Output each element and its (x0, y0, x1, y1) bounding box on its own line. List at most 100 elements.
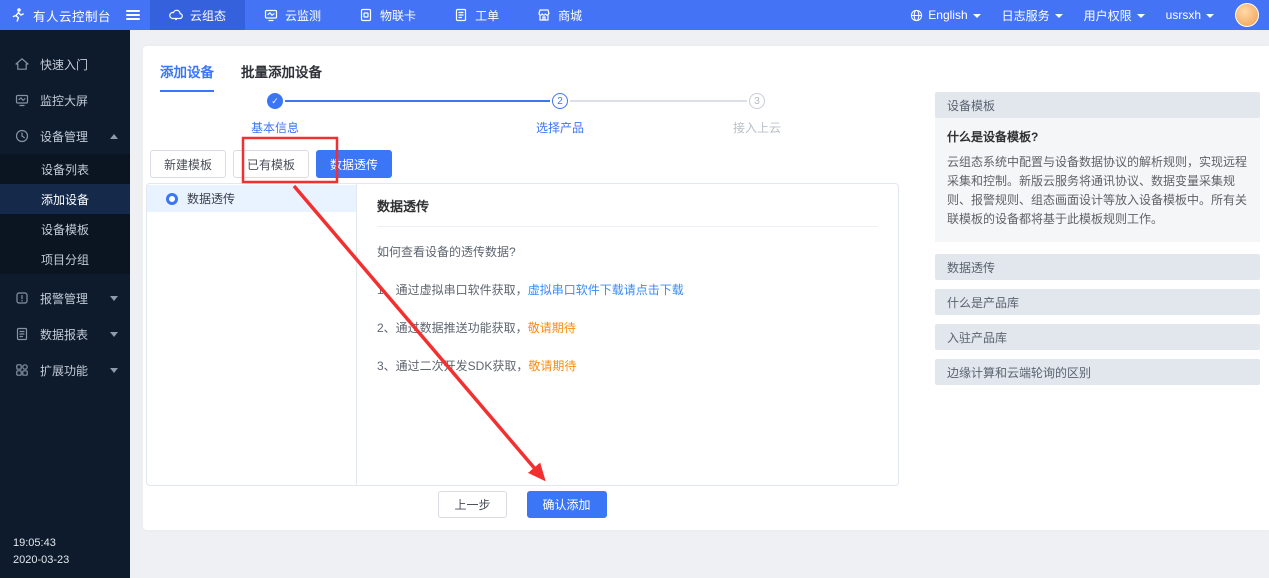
sidebar-item-device-management[interactable]: 设备管理 (0, 118, 130, 154)
existing-template-button[interactable]: 已有模板 (233, 150, 309, 178)
account-label: usrsxh (1166, 8, 1201, 22)
sidebar-item-device-template[interactable]: 设备模板 (0, 214, 130, 244)
sidebar-clock: 19:05:43 2020-03-23 (13, 535, 69, 569)
help-paragraph: 云组态系统中配置与设备数据协议的解析规则，实现远程采集和控制。新版云服务将通讯协… (947, 153, 1248, 229)
monitor-icon (264, 8, 278, 22)
radio-selected-icon[interactable] (166, 193, 178, 205)
detail-item-3: 3、通过二次开发SDK获取，敬请期待 (377, 357, 878, 374)
help-body-device-template: 什么是设备模板? 云组态系统中配置与设备数据协议的解析规则，实现远程采集和控制。… (935, 118, 1260, 242)
topnav-item-cloud-scada[interactable]: 云组态 (150, 0, 245, 30)
help-section-what-is-product-library[interactable]: 什么是产品库 (935, 289, 1260, 315)
ticket-icon (454, 8, 468, 22)
help-accordion: 设备模板 什么是设备模板? 云组态系统中配置与设备数据协议的解析规则，实现远程采… (935, 92, 1260, 385)
detail-question: 如何查看设备的透传数据? (377, 243, 878, 260)
data-passthrough-button[interactable]: 数据透传 (316, 150, 392, 178)
detail-item-2: 2、通过数据推送功能获取，敬请期待 (377, 319, 878, 336)
topbar-right-menus: English 日志服务 用户权限 usrsxh (910, 0, 1269, 30)
previous-step-button[interactable]: 上一步 (438, 491, 506, 518)
topnav-item-mall[interactable]: 商城 (518, 0, 601, 30)
item-text: 3、通过二次开发SDK获取， (377, 359, 528, 373)
detail-title: 数据透传 (377, 196, 878, 227)
step-1-check-icon: ✓ (267, 93, 283, 109)
language-label: English (928, 8, 967, 22)
log-service-label: 日志服务 (1002, 7, 1050, 24)
download-link[interactable]: 虚拟串口软件下载请点击下载 (528, 283, 684, 297)
item-text: 2、通过数据推送功能获取， (377, 321, 528, 335)
step-connector-pending (570, 100, 747, 102)
step-2-circle: 2 (552, 93, 568, 109)
chevron-down-icon (110, 296, 118, 301)
clock-date: 2020-03-23 (13, 552, 69, 569)
option-label: 数据透传 (187, 190, 235, 207)
sidebar-item-alarm-management[interactable]: 报警管理 (0, 280, 130, 316)
sidebar-item-extensions[interactable]: 扩展功能 (0, 352, 130, 388)
step-1-label: 基本信息 (230, 119, 320, 136)
chevron-down-icon (1206, 14, 1214, 18)
big-screen-icon (15, 93, 29, 107)
list-item-data-passthrough[interactable]: 数据透传 (147, 185, 356, 212)
stepper: ✓ 2 3 基本信息 选择产品 接入上云 (143, 86, 903, 138)
chevron-up-icon (110, 134, 118, 139)
brand: 有人云控制台 (0, 0, 140, 30)
log-service-menu[interactable]: 日志服务 (1002, 7, 1063, 24)
user-permission-menu[interactable]: 用户权限 (1084, 7, 1145, 24)
help-section-edge-vs-cloud-polling[interactable]: 边缘计算和云端轮询的区别 (935, 359, 1260, 385)
store-icon (537, 8, 551, 22)
sidebar-label: 数据报表 (40, 326, 88, 343)
selection-panel: 数据透传 数据透传 如何查看设备的透传数据? 1、通过虚拟串口软件获取，虚拟串口… (146, 183, 899, 486)
new-template-button[interactable]: 新建模板 (150, 150, 226, 178)
sidebar-sublabel: 添加设备 (41, 191, 89, 208)
passthrough-detail: 数据透传 如何查看设备的透传数据? 1、通过虚拟串口软件获取，虚拟串口软件下载请… (357, 184, 898, 485)
help-section-data-passthrough[interactable]: 数据透传 (935, 254, 1260, 280)
topnav-item-cloud-monitor[interactable]: 云监测 (245, 0, 340, 30)
language-menu[interactable]: English (910, 8, 980, 22)
coming-soon-label: 敬请期待 (528, 359, 576, 373)
wizard-footer: 上一步 确认添加 (146, 491, 899, 518)
globe-icon (910, 9, 923, 22)
sidebar-item-monitor-screen[interactable]: 监控大屏 (0, 82, 130, 118)
usr-logo-icon (10, 7, 26, 23)
template-type-buttons: 新建模板 已有模板 数据透传 (150, 150, 392, 178)
extension-grid-icon (15, 363, 29, 377)
menu-toggle-icon[interactable] (126, 10, 140, 20)
app-title: 有人云控制台 (33, 6, 111, 25)
avatar[interactable] (1235, 3, 1259, 27)
step-connector-done (285, 100, 550, 102)
topnav-label: 商城 (558, 7, 582, 24)
main-card: 添加设备 批量添加设备 ✓ 2 3 基本信息 选择产品 接入上云 新建模板 已有… (143, 46, 1269, 530)
sim-card-icon (359, 8, 373, 22)
sidebar-item-add-device[interactable]: 添加设备 (0, 184, 130, 214)
topnav-label: 云组态 (190, 7, 226, 24)
sidebar-label: 监控大屏 (40, 92, 88, 109)
topnav-label: 工单 (475, 7, 499, 24)
sidebar-sublabel: 设备模板 (41, 221, 89, 238)
account-menu[interactable]: usrsxh (1166, 8, 1214, 22)
top-navbar: 有人云控制台 云组态 云监测 (0, 0, 1269, 30)
chevron-down-icon (973, 14, 981, 18)
topnav-item-iot-card[interactable]: 物联卡 (340, 0, 435, 30)
confirm-add-button[interactable]: 确认添加 (527, 491, 607, 518)
coming-soon-label: 敬请期待 (528, 321, 576, 335)
sidebar-item-device-list[interactable]: 设备列表 (0, 154, 130, 184)
alarm-icon (15, 291, 29, 305)
help-section-device-template[interactable]: 设备模板 (935, 92, 1260, 118)
step-3-circle: 3 (749, 93, 765, 109)
topnav-label: 物联卡 (380, 7, 416, 24)
help-question: 什么是设备模板? (947, 128, 1248, 145)
top-nav: 云组态 云监测 物联卡 (150, 0, 601, 30)
chevron-down-icon (110, 332, 118, 337)
topnav-item-work-order[interactable]: 工单 (435, 0, 518, 30)
sidebar-item-project-group[interactable]: 项目分组 (0, 244, 130, 274)
sidebar-label: 扩展功能 (40, 362, 88, 379)
sidebar-label: 报警管理 (40, 290, 88, 307)
cloud-icon (169, 8, 183, 22)
home-icon (15, 57, 29, 71)
sidebar-item-quick-start[interactable]: 快速入门 (0, 46, 130, 82)
clock-time: 19:05:43 (13, 535, 69, 552)
sidebar-item-data-report[interactable]: 数据报表 (0, 316, 130, 352)
option-list: 数据透传 (147, 184, 357, 485)
help-section-join-product-library[interactable]: 入驻产品库 (935, 324, 1260, 350)
topnav-label: 云监测 (285, 7, 321, 24)
user-permission-label: 用户权限 (1084, 7, 1132, 24)
sidebar-sublabel: 项目分组 (41, 251, 89, 268)
